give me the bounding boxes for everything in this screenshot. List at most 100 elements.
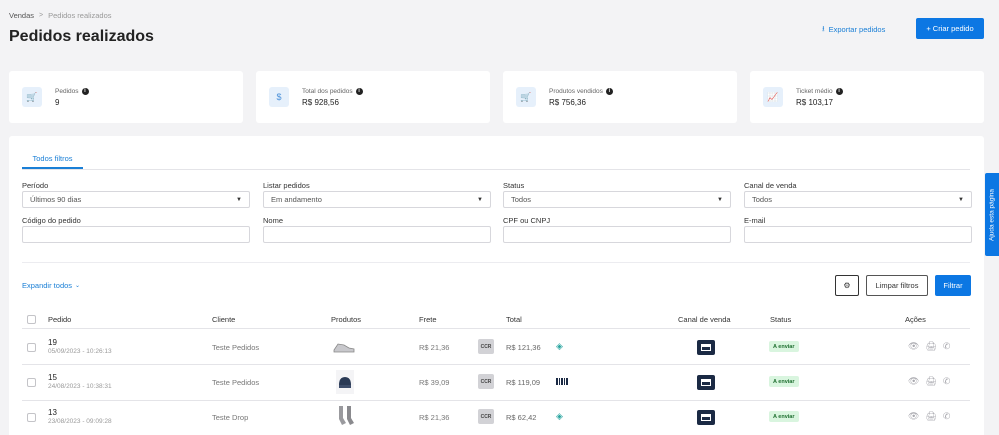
column-header-products: Produtos [331,315,362,324]
expand-all-label: Expandir todos [22,281,73,290]
breadcrumb-current: Pedidos realizados [48,11,112,20]
chevron-down-icon: ⌄ [75,283,81,289]
stat-label: Pedidos [55,87,79,95]
export-orders-label: Exportar pedidos [828,24,886,34]
stat-card-products: 🛒 Produtos vendidos i R$ 756,36 [503,71,737,123]
info-icon[interactable]: i [605,87,613,95]
carrier-badge: CCR [478,339,494,354]
email-label: E-mail [744,216,766,225]
column-header-total: Total [506,315,522,324]
filter-button[interactable]: Filtrar [935,275,971,296]
store-icon [697,340,715,355]
row-checkbox[interactable] [27,343,36,352]
help-side-tab[interactable]: Ajuda esta página [985,173,999,256]
order-number[interactable]: 19 05/09/2023 - 10:26:13 [48,338,112,355]
total-value: R$ 121,36 [506,343,541,352]
info-icon[interactable]: i [355,87,363,95]
eye-icon[interactable]: 👁 [908,411,919,422]
product-thumbnail[interactable] [334,404,358,428]
order-date: 05/09/2023 - 10:26:13 [48,348,112,355]
info-icon[interactable]: i [835,87,843,95]
whatsapp-icon[interactable]: ✆ [943,411,951,422]
stat-value: R$ 756,36 [549,97,586,107]
row-actions: 👁 🖨 ✆ [908,411,950,422]
row-checkbox[interactable] [27,378,36,387]
gear-icon: ⚙ [843,281,851,290]
filters-divider [22,262,970,263]
select-all-checkbox[interactable] [27,315,36,324]
order-number[interactable]: 13 23/08/2023 - 09:09:28 [48,408,112,425]
carrier-badge: CCR [478,409,494,424]
order-id: 19 [48,338,57,347]
order-code-label: Código do pedido [22,216,81,225]
row-actions: 👁 🖨 ✆ [908,341,950,352]
tab-all-filters[interactable]: Todos filtros [22,149,83,169]
period-select[interactable]: Últimos 90 dias ▼ [22,191,250,208]
order-date: 23/08/2023 - 09:09:28 [48,418,112,425]
store-icon [697,375,715,390]
sales-channel-label: Canal de venda [744,181,797,190]
caret-down-icon: ▼ [958,196,964,203]
order-number[interactable]: 15 24/08/2023 - 10:38:31 [48,373,112,390]
store-icon [697,410,715,425]
eye-icon[interactable]: 👁 [908,341,919,352]
info-icon[interactable]: i [81,87,89,95]
product-thumbnail[interactable] [332,336,356,358]
stat-label: Total dos pedidos [302,87,353,95]
cpf-cnpj-label: CPF ou CNPJ [503,216,551,225]
clear-filters-button[interactable]: Limpar filtros [866,275,928,296]
total-value: R$ 62,42 [506,413,537,422]
settings-button[interactable]: ⚙ [835,275,859,296]
create-order-button[interactable]: + Criar pedido [916,18,984,39]
column-header-status: Status [770,315,792,324]
sales-channel-select[interactable]: Todos ▼ [744,191,972,208]
client-name: Teste Pedidos [212,378,260,387]
row-checkbox[interactable] [27,413,36,422]
printer-icon[interactable]: 🖨 [925,411,936,422]
tab-divider [22,169,970,170]
status-value: Todos [511,195,532,204]
stat-label: Produtos vendidos [549,87,603,95]
caret-down-icon: ▼ [477,196,483,203]
shipping-value: R$ 39,09 [419,378,450,387]
email-input[interactable] [744,226,972,243]
socks-icon [339,406,354,425]
column-header-channel: Canal de venda [678,315,731,324]
cart-icon: 🛒 [22,87,42,107]
printer-icon[interactable]: 🖨 [925,341,936,352]
status-badge: A enviar [769,411,799,422]
printer-icon[interactable]: 🖨 [925,376,936,387]
whatsapp-icon[interactable]: ✆ [943,341,951,352]
period-value: Últimos 90 dias [30,195,82,204]
status-select[interactable]: Todos ▼ [503,191,731,208]
page-title: Pedidos realizados [9,28,154,45]
order-id: 15 [48,373,57,382]
row-actions: 👁 🖨 ✆ [908,376,950,387]
row-divider [22,364,970,365]
product-thumbnail[interactable] [336,370,354,394]
eye-icon[interactable]: 👁 [908,376,919,387]
column-header-shipping: Frete [419,315,437,324]
export-orders-button[interactable]: ⭳ Exportar pedidos [822,20,885,38]
row-divider [22,400,970,401]
status-badge: A enviar [769,341,799,352]
client-name: Teste Drop [212,413,249,422]
whatsapp-icon[interactable]: ✆ [943,376,951,387]
client-name: Teste Pedidos [212,343,260,352]
stat-card-total: $ Total dos pedidos i R$ 928,56 [256,71,490,123]
column-header-actions: Ações [905,315,926,324]
column-header-client: Cliente [212,315,236,324]
period-label: Período [22,181,49,190]
breadcrumb: Vendas > Pedidos realizados [9,11,112,20]
list-orders-label: Listar pedidos [263,181,310,190]
list-orders-select[interactable]: Em andamento ▼ [263,191,491,208]
cpf-cnpj-input[interactable] [503,226,731,243]
breadcrumb-root[interactable]: Vendas [9,11,34,20]
order-date: 24/08/2023 - 10:38:31 [48,383,112,390]
stat-value: R$ 103,17 [796,97,833,107]
order-code-input[interactable] [22,226,250,243]
stat-value: R$ 928,56 [302,97,339,107]
expand-all-button[interactable]: Expandir todos ⌄ [22,281,80,290]
name-input[interactable] [263,226,491,243]
cart-icon: 🛒 [516,87,536,107]
